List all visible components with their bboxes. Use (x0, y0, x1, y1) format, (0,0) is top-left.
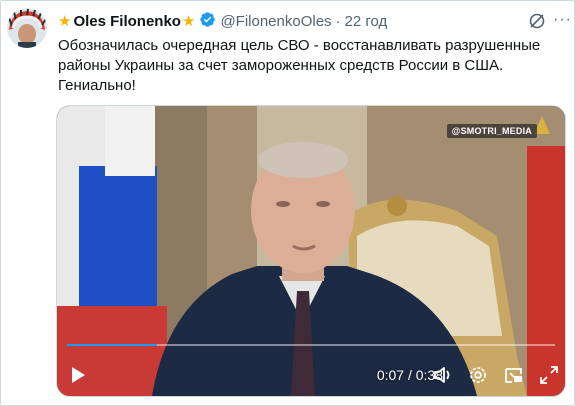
video-frame (57, 106, 565, 396)
fullscreen-icon[interactable] (538, 364, 560, 386)
avatar[interactable] (7, 8, 47, 48)
video-player[interactable]: @SMOTRI_MEDIA 0:07 / 0:38 (56, 105, 566, 397)
more-icon[interactable]: ··· (553, 11, 572, 29)
grok-icon[interactable] (528, 12, 546, 30)
video-time: 0:07 / 0:38 (376, 367, 443, 383)
author-name[interactable]: Oles Filonenko (73, 13, 181, 30)
play-icon[interactable] (67, 364, 89, 386)
verified-badge-icon[interactable] (199, 11, 216, 32)
tweet-header: ★ Oles Filonenko ★ @FilonenkoOles · 22 г… (58, 11, 387, 31)
star-icon: ★ (58, 12, 72, 30)
settings-icon[interactable] (467, 364, 489, 386)
video-progress-bar[interactable] (67, 344, 555, 346)
video-progress-fill (67, 344, 157, 346)
tweet-card[interactable]: ★ Oles Filonenko ★ @FilonenkoOles · 22 г… (0, 0, 575, 406)
separator-dot: · (335, 12, 341, 30)
star-icon: ★ (181, 12, 196, 30)
picture-in-picture-icon[interactable] (503, 364, 525, 386)
tweet-text: Обозначилась очередная цель СВО - восста… (58, 37, 541, 94)
volume-icon[interactable] (432, 364, 454, 386)
timestamp[interactable]: 22 год (345, 13, 388, 30)
video-watermark: @SMOTRI_MEDIA (446, 124, 537, 138)
author-handle[interactable]: @FilonenkoOles (220, 13, 331, 30)
